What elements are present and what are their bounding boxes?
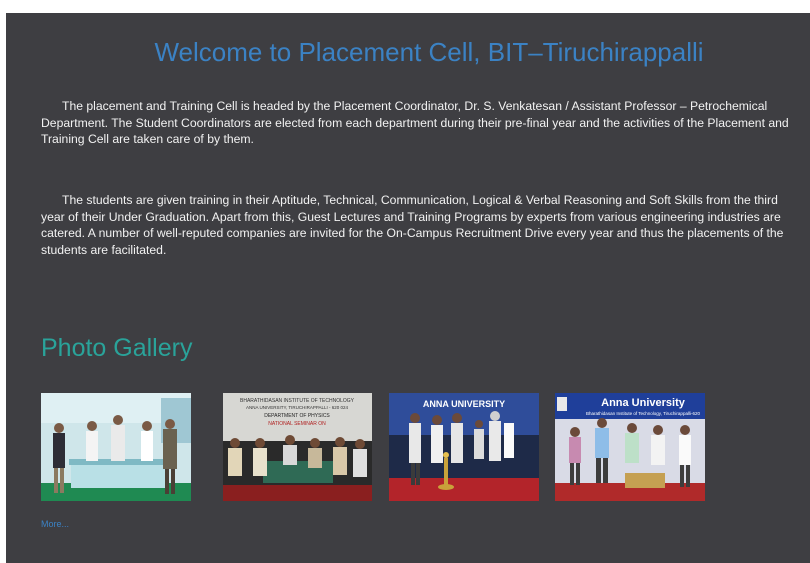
photo-2-banner-line-4: NATIONAL SEMINAR ON xyxy=(268,421,326,427)
more-link[interactable]: More... xyxy=(41,519,69,529)
photo-2-image: BHARATHIDASAN INSTITUTE OF TECHNOLOGY AN… xyxy=(223,393,372,501)
intro-paragraph-2: The students are given training in their… xyxy=(41,193,784,257)
photo-2-banner-line-1: BHARATHIDASAN INSTITUTE OF TECHNOLOGY xyxy=(240,398,355,404)
gallery-photo-4[interactable]: Anna University Bharathidasan Institute … xyxy=(555,393,705,501)
gallery-photo-2[interactable]: BHARATHIDASAN INSTITUTE OF TECHNOLOGY AN… xyxy=(223,393,372,501)
photo-1-image xyxy=(41,393,191,501)
photo-4-subbanner: Bharathidasan Institute of Technology, T… xyxy=(586,411,700,416)
photo-4-banner: Anna University xyxy=(601,397,686,409)
gallery-photo-3[interactable]: ANNA UNIVERSITY xyxy=(389,393,539,501)
photo-2-banner-line-2: ANNA UNIVERSITY, TIRUCHIRAPPALLI - 620 0… xyxy=(246,405,349,410)
gallery-photo-1[interactable] xyxy=(41,393,191,501)
intro-paragraph-1: The placement and Training Cell is heade… xyxy=(41,99,789,146)
page-title: Welcome to Placement Cell, BIT–Tiruchira… xyxy=(154,37,704,67)
photo-4-image: Anna University Bharathidasan Institute … xyxy=(555,393,705,501)
content-panel: Welcome to Placement Cell, BIT–Tiruchira… xyxy=(6,13,810,563)
photo-3-image: ANNA UNIVERSITY xyxy=(389,393,539,501)
photo-3-banner: ANNA UNIVERSITY xyxy=(423,399,505,409)
photo-2-banner-line-3: DEPARTMENT OF PHYSICS xyxy=(264,413,330,419)
gallery-title: Photo Gallery xyxy=(41,334,193,362)
